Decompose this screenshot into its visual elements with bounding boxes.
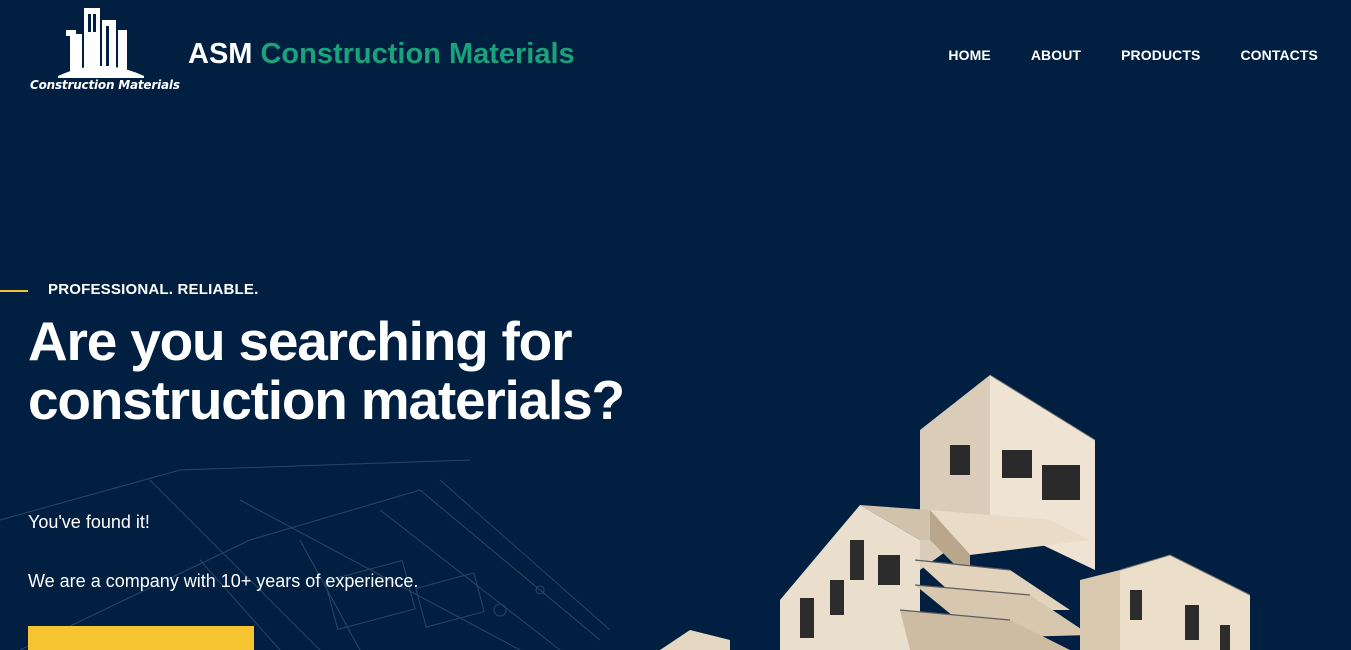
building-image bbox=[660, 374, 1251, 650]
tagline-accent-line bbox=[0, 290, 28, 292]
nav-contacts[interactable]: CONTACTS bbox=[1240, 47, 1318, 63]
nav-about[interactable]: ABOUT bbox=[1031, 47, 1081, 63]
main-nav: HOME ABOUT PRODUCTS CONTACTS bbox=[948, 47, 1318, 63]
hero-tagline: PROFESSIONAL. RELIABLE. bbox=[48, 281, 259, 298]
nav-home[interactable]: HOME bbox=[948, 47, 990, 63]
brand-primary: ASM bbox=[188, 38, 253, 70]
site-header: Construction Materials ASM Construction M… bbox=[0, 0, 1351, 110]
logo-text: Construction Materials bbox=[30, 78, 180, 92]
hero-headline: Are you searching for construction mater… bbox=[28, 310, 625, 431]
nav-products[interactable]: PRODUCTS bbox=[1121, 47, 1200, 63]
logo[interactable]: Construction Materials bbox=[28, 6, 180, 96]
brand-secondary: Construction Materials bbox=[260, 38, 575, 70]
hero-description: We are a company with 10+ years of exper… bbox=[28, 571, 419, 591]
logo-buildings-icon bbox=[58, 8, 144, 78]
brand-name[interactable]: ASM Construction Materials bbox=[188, 38, 575, 71]
contact-us-button[interactable]: CONTACT US NOW bbox=[28, 626, 254, 650]
hero-subtitle: You've found it! bbox=[28, 512, 150, 532]
